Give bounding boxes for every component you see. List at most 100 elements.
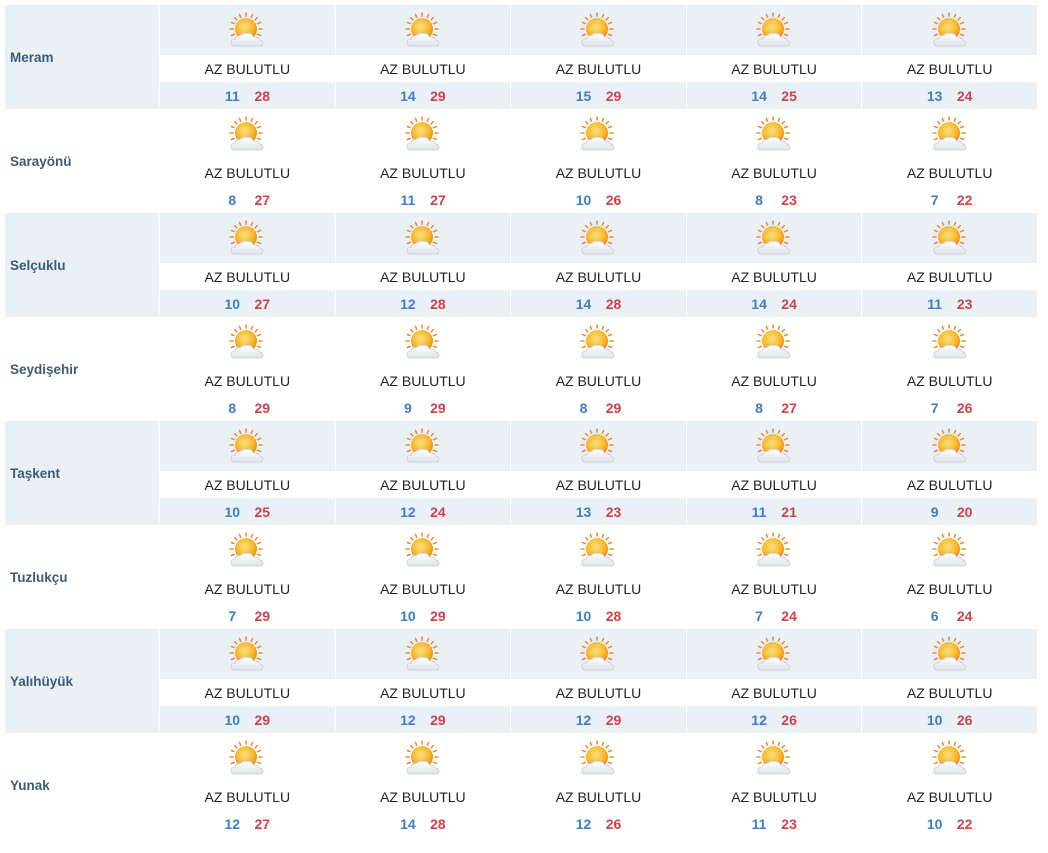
weather-icon-cell: [335, 421, 511, 471]
weather-description: AZ BULUTLU: [335, 367, 511, 394]
temperature-range: 7 22: [862, 186, 1037, 213]
low-temperature: 6: [930, 607, 939, 624]
forecast-day-cell: AZ BULUTLU 11 27: [334, 109, 511, 213]
temperature-range: 10 29: [160, 706, 335, 733]
high-temperature: 29: [430, 399, 446, 416]
forecast-day-cell: AZ BULUTLU 14 29: [334, 5, 511, 109]
sun-behind-cloud-icon: [580, 324, 615, 359]
weather-description: AZ BULUTLU: [862, 783, 1037, 810]
forecast-day-cell: AZ BULUTLU 13 24: [861, 5, 1037, 109]
sun-behind-cloud-icon: [229, 324, 264, 359]
forecast-row: Taşkent AZ BULUTLU 10 25 AZ BULUTLU 12 2…: [5, 421, 1039, 525]
high-temperature: 29: [605, 399, 622, 416]
city-name: Meram: [5, 5, 159, 109]
weather-icon-cell: [862, 213, 1037, 263]
high-temperature: 26: [605, 815, 622, 832]
weather-icon-cell: [686, 733, 862, 783]
weather-icon-cell: [335, 733, 511, 783]
city-name: Yalıhüyük: [5, 629, 159, 733]
weather-icon-cell: [862, 733, 1037, 783]
temperature-range: 10 26: [511, 186, 686, 213]
high-temperature: 25: [781, 87, 797, 104]
sun-behind-cloud-icon: [580, 532, 615, 567]
low-temperature: 12: [575, 711, 592, 728]
forecast-day-cell: AZ BULUTLU 9 20: [861, 421, 1037, 525]
weather-icon-cell: [511, 525, 686, 575]
forecast-day-cell: AZ BULUTLU 8 29: [510, 317, 686, 421]
forecast-day-cell: AZ BULUTLU 12 27: [159, 733, 335, 837]
low-temperature: 11: [751, 815, 767, 832]
forecast-day-cell: AZ BULUTLU 12 29: [334, 629, 511, 733]
high-temperature: 21: [781, 503, 797, 520]
weather-description: AZ BULUTLU: [511, 55, 686, 82]
weather-icon-cell: [862, 317, 1037, 367]
temperature-range: 12 24: [335, 498, 511, 525]
temperature-range: 9 20: [862, 498, 1037, 525]
forecast-day-cell: AZ BULUTLU 10 22: [861, 733, 1037, 837]
high-temperature: 24: [781, 295, 797, 312]
low-temperature: 9: [930, 503, 939, 520]
sun-behind-cloud-icon: [580, 220, 615, 255]
forecast-day-cell: AZ BULUTLU 15 29: [510, 5, 686, 109]
forecast-day-cell: AZ BULUTLU 8 27: [159, 109, 335, 213]
temperature-range: 10 27: [160, 290, 335, 317]
weather-icon-cell: [862, 525, 1037, 575]
high-temperature: 26: [781, 711, 797, 728]
high-temperature: 27: [781, 399, 797, 416]
low-temperature: 12: [400, 295, 416, 312]
forecast-row: Yalıhüyük AZ BULUTLU 10 29 AZ BULUTLU 12…: [5, 629, 1039, 733]
sun-behind-cloud-icon: [756, 636, 791, 671]
high-temperature: 27: [254, 815, 271, 832]
weather-icon-cell: [511, 629, 686, 679]
low-temperature: 8: [755, 191, 763, 208]
weather-icon-cell: [335, 629, 511, 679]
forecast-day-cell: AZ BULUTLU 10 27: [159, 213, 335, 317]
weather-description: AZ BULUTLU: [335, 575, 511, 602]
low-temperature: 8: [228, 191, 237, 208]
low-temperature: 10: [926, 815, 943, 832]
high-temperature: 23: [781, 815, 797, 832]
high-temperature: 28: [605, 607, 622, 624]
weather-description: AZ BULUTLU: [862, 55, 1037, 82]
low-temperature: 11: [400, 191, 416, 208]
weather-description: AZ BULUTLU: [686, 159, 862, 186]
high-temperature: 24: [956, 87, 973, 104]
high-temperature: 29: [605, 87, 622, 104]
temperature-range: 8 23: [686, 186, 862, 213]
temperature-range: 12 29: [335, 706, 511, 733]
temperature-range: 15 29: [511, 82, 686, 109]
temperature-range: 10 22: [862, 810, 1037, 837]
high-temperature: 29: [605, 711, 622, 728]
forecast-day-cell: AZ BULUTLU 12 26: [510, 733, 686, 837]
low-temperature: 7: [755, 607, 763, 624]
weather-description: AZ BULUTLU: [160, 575, 335, 602]
weather-description: AZ BULUTLU: [686, 783, 862, 810]
low-temperature: 12: [400, 503, 416, 520]
temperature-range: 13 23: [511, 498, 686, 525]
forecast-row: Tuzlukçu AZ BULUTLU 7 29 AZ BULUTLU 10 2…: [5, 525, 1039, 629]
sun-behind-cloud-icon: [756, 532, 791, 567]
high-temperature: 29: [254, 607, 271, 624]
low-temperature: 12: [400, 711, 416, 728]
forecast-day-cell: AZ BULUTLU 14 24: [685, 213, 862, 317]
forecast-day-cell: AZ BULUTLU 12 29: [510, 629, 686, 733]
forecast-day-cell: AZ BULUTLU 10 28: [510, 525, 686, 629]
temperature-range: 10 29: [335, 602, 511, 629]
forecast-day-cell: AZ BULUTLU 10 25: [159, 421, 335, 525]
weather-description: AZ BULUTLU: [511, 263, 686, 290]
sun-behind-cloud-icon: [756, 740, 791, 775]
weather-icon-cell: [686, 213, 862, 263]
sun-behind-cloud-icon: [756, 12, 791, 47]
weather-description: AZ BULUTLU: [862, 263, 1037, 290]
weather-icon-cell: [511, 421, 686, 471]
weather-description: AZ BULUTLU: [862, 679, 1037, 706]
weather-description: AZ BULUTLU: [160, 679, 335, 706]
high-temperature: 23: [956, 295, 973, 312]
high-temperature: 23: [605, 503, 622, 520]
forecast-day-cell: AZ BULUTLU 7 22: [861, 109, 1037, 213]
low-temperature: 13: [575, 503, 592, 520]
temperature-range: 8 29: [160, 394, 335, 421]
low-temperature: 9: [403, 399, 412, 416]
low-temperature: 10: [224, 503, 241, 520]
weather-icon-cell: [335, 109, 511, 159]
